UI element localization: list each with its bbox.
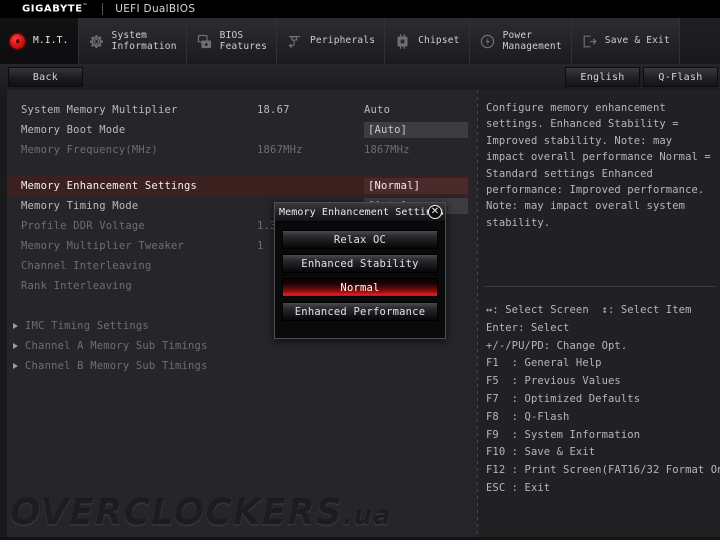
lightning-icon <box>479 33 496 50</box>
back-button[interactable]: Back <box>8 67 83 87</box>
language-button[interactable]: English <box>565 67 640 87</box>
dialog-option[interactable]: Enhanced Performance <box>282 302 438 321</box>
tab-mit[interactable]: M.I.T. <box>0 18 79 64</box>
qflash-button[interactable]: Q-Flash <box>643 67 718 87</box>
dialog-option[interactable]: Relax OC <box>282 230 438 249</box>
dialog-options: Relax OC Enhanced Stability Normal Enhanced… <box>275 222 445 328</box>
gear-icon <box>88 33 105 50</box>
chevron-right-icon <box>13 343 18 349</box>
settings-row[interactable]: Memory Boot Mode [Auto] <box>7 120 469 140</box>
tab-chipset-label: Chipset <box>418 35 460 47</box>
help-divider <box>484 286 716 287</box>
setting-label: System Memory Multiplier <box>21 104 178 116</box>
setting-label: Channel Interleaving <box>21 260 152 272</box>
setting-value-field[interactable]: [Auto] <box>364 122 468 138</box>
setting-label: Memory Boot Mode <box>21 124 126 136</box>
secondary-toolbar: Back English Q-Flash <box>0 64 720 90</box>
gigabyte-logo-text: GIGABYTE <box>22 3 83 15</box>
close-icon[interactable]: ✕ <box>428 205 442 219</box>
setting-current-value: 1 <box>257 240 264 252</box>
gigabyte-logo: GIGABYTE™ <box>0 3 88 14</box>
settings-row[interactable]: Memory Enhancement Settings [Normal] <box>7 176 469 196</box>
submenu-label: Channel B Memory Sub Timings <box>25 360 208 372</box>
connector-icon <box>286 33 303 50</box>
chevron-right-icon <box>13 363 18 369</box>
memory-enhancement-dialog: Memory Enhancement Settings ✕ Relax OC En… <box>274 202 446 339</box>
bios-screen: GIGABYTE™ UEFI DualBIOS M.I.T. System In… <box>0 0 720 540</box>
settings-row[interactable]: System Memory Multiplier 18.67 Auto <box>7 100 469 120</box>
setting-label: Profile DDR Voltage <box>21 220 145 232</box>
submenu-row[interactable]: Channel A Memory Sub Timings <box>7 336 469 356</box>
brand-subtitle: UEFI DualBIOS <box>115 3 196 15</box>
tab-bios-features[interactable]: BIOS Features <box>186 18 278 64</box>
brand-divider <box>102 3 104 15</box>
submenu-label: Channel A Memory Sub Timings <box>25 340 208 352</box>
settings-row-spacer <box>7 160 469 176</box>
tab-system-information-label: System Information <box>111 29 177 53</box>
tab-save-and-exit-label: Save & Exit <box>604 35 670 47</box>
setting-label: Memory Enhancement Settings <box>21 180 198 192</box>
setting-current-value: 18.67 <box>257 104 290 116</box>
exit-arrow-icon <box>581 33 598 50</box>
settings-row[interactable]: Memory Frequency(MHz) 1867MHz 1867MHz <box>7 140 469 160</box>
tab-bios-features-label: BIOS Features <box>219 29 268 53</box>
tab-mit-label: M.I.T. <box>33 35 69 47</box>
tab-system-information[interactable]: System Information <box>78 18 187 64</box>
setting-label: Memory Timing Mode <box>21 200 139 212</box>
setting-value-field[interactable]: [Normal] <box>364 178 468 194</box>
key-legend: ↔: Select Screen ↕: Select Item Enter: S… <box>486 304 720 494</box>
dialog-option[interactable]: Enhanced Stability <box>282 254 438 273</box>
help-pane: Configure memory enhancement settings. E… <box>478 90 720 540</box>
setting-value-field: Auto <box>364 104 391 116</box>
chevron-right-icon <box>13 323 18 329</box>
dialog-title-bar: Memory Enhancement Settings ✕ <box>275 203 445 222</box>
tab-peripherals[interactable]: Peripherals <box>277 18 386 64</box>
tab-peripherals-label: Peripherals <box>310 35 376 47</box>
setting-label: Memory Frequency(MHz) <box>21 144 158 156</box>
submenu-row[interactable]: Channel B Memory Sub Timings <box>7 356 469 376</box>
help-description: Configure memory enhancement settings. E… <box>486 102 711 229</box>
dialog-option[interactable]: Normal <box>282 278 438 297</box>
tab-save-and-exit[interactable]: Save & Exit <box>571 18 680 64</box>
dialog-title: Memory Enhancement Settings <box>279 206 445 218</box>
tab-chipset[interactable]: Chipset <box>385 18 470 64</box>
tab-power-management-label: Power Management <box>502 29 562 53</box>
brand-bar: GIGABYTE™ UEFI DualBIOS <box>0 0 720 18</box>
setting-value-field: 1867MHz <box>364 144 410 156</box>
chip-plus-icon <box>196 33 213 50</box>
tab-power-management[interactable]: Power Management <box>469 18 572 64</box>
red-dot-icon <box>9 33 26 50</box>
setting-current-value: 1867MHz <box>257 144 303 156</box>
setting-label: Memory Multiplier Tweaker <box>21 240 185 252</box>
main-tab-bar: M.I.T. System Information BIOS Features <box>0 18 720 64</box>
setting-label: Rank Interleaving <box>21 280 132 292</box>
chipset-icon <box>394 33 411 50</box>
submenu-label: IMC Timing Settings <box>25 320 149 332</box>
trademark-symbol: ™ <box>82 3 89 10</box>
